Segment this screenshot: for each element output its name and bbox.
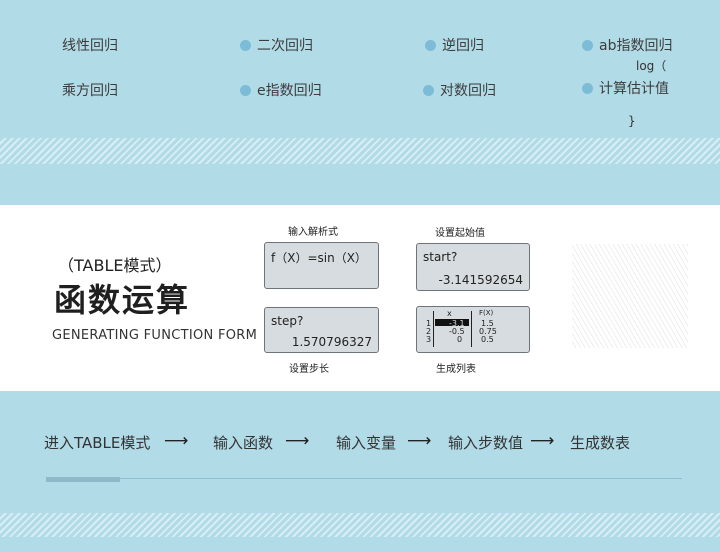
bullet-icon	[582, 40, 593, 51]
flow-step-input-step: 输入步数值	[448, 434, 524, 452]
caption-start: 设置起始值	[435, 228, 485, 239]
menu-ab-exp-label: ab指数回归	[599, 38, 673, 54]
flow-step-enter-table: 进入TABLE模式	[44, 434, 151, 452]
mode-label: （TABLE模式）	[58, 256, 172, 275]
progress-track	[46, 478, 682, 479]
stripe-band-top	[0, 138, 720, 164]
caption-step: 设置步长	[289, 364, 329, 375]
menu-estimate: 计算估计值	[582, 78, 669, 98]
table-header-x: x	[447, 309, 452, 318]
bullet-icon	[240, 40, 251, 51]
bullet-icon	[423, 85, 434, 96]
menu-quadratic-regression: 二次回归	[240, 35, 313, 55]
menu-log-regression: 对数回归	[423, 80, 496, 100]
bullet-icon	[582, 83, 593, 94]
caption-formula: 输入解析式	[288, 227, 338, 238]
menu-e-exp-regression: e指数回归	[240, 80, 322, 100]
step-label: step?	[271, 314, 304, 328]
table-header-fx: F(X)	[479, 309, 494, 317]
table-cell-fx: 0.5	[481, 335, 494, 344]
menu-inverse-regression: 逆回归	[425, 35, 484, 55]
arrow-right-icon: ⟶	[530, 431, 555, 451]
decorative-pattern	[572, 244, 688, 348]
flow-step-input-function: 输入函数	[213, 434, 274, 452]
arrow-right-icon: ⟶	[407, 431, 432, 451]
screen-step: step? 1.570796327	[264, 307, 379, 353]
bullet-icon	[425, 40, 436, 51]
progress-indicator	[46, 477, 120, 482]
menu-log-label: 对数回归	[440, 83, 496, 99]
flow-step-generate-table: 生成数表	[570, 434, 631, 452]
screen-table: x F(X) 1 2 3 -3.1 -0.5 0 1.5 0.75 0.5	[416, 306, 530, 353]
log-open-text: log（	[636, 59, 667, 73]
caption-table: 生成列表	[436, 364, 476, 375]
menu-e-exp-label: e指数回归	[257, 83, 322, 99]
arrow-right-icon: ⟶	[285, 431, 310, 451]
menu-estimate-label: 计算估计值	[599, 81, 669, 97]
screen-formula: f（X）=sin（X）	[264, 242, 379, 289]
regression-panel	[0, 0, 720, 205]
formula-text: f（X）=sin（X）	[271, 251, 367, 265]
menu-power-regression: 乘方回归	[62, 83, 118, 99]
menu-ab-exp-regression: ab指数回归	[582, 35, 672, 55]
menu-quadratic-label: 二次回归	[257, 38, 313, 54]
menu-linear-regression: 线性回归	[62, 38, 118, 54]
step-value: 1.570796327	[291, 335, 372, 349]
brace-text: }	[628, 114, 636, 128]
stripe-band-bottom	[0, 513, 720, 537]
start-label: start?	[423, 250, 458, 264]
screen-start: start? -3.141592654	[416, 243, 530, 291]
bullet-icon	[240, 85, 251, 96]
table-divider	[433, 311, 434, 347]
section-title: 函数运算	[54, 281, 191, 319]
flow-step-input-variable: 输入变量	[336, 434, 397, 452]
arrow-right-icon: ⟶	[164, 431, 189, 451]
menu-inverse-label: 逆回归	[442, 38, 484, 54]
start-value: -3.141592654	[438, 273, 524, 287]
table-cell-x: 0	[457, 335, 463, 344]
section-subtitle: GENERATING FUNCTION FORM	[52, 328, 258, 343]
table-divider	[471, 311, 472, 347]
table-row-num: 3	[426, 335, 432, 344]
